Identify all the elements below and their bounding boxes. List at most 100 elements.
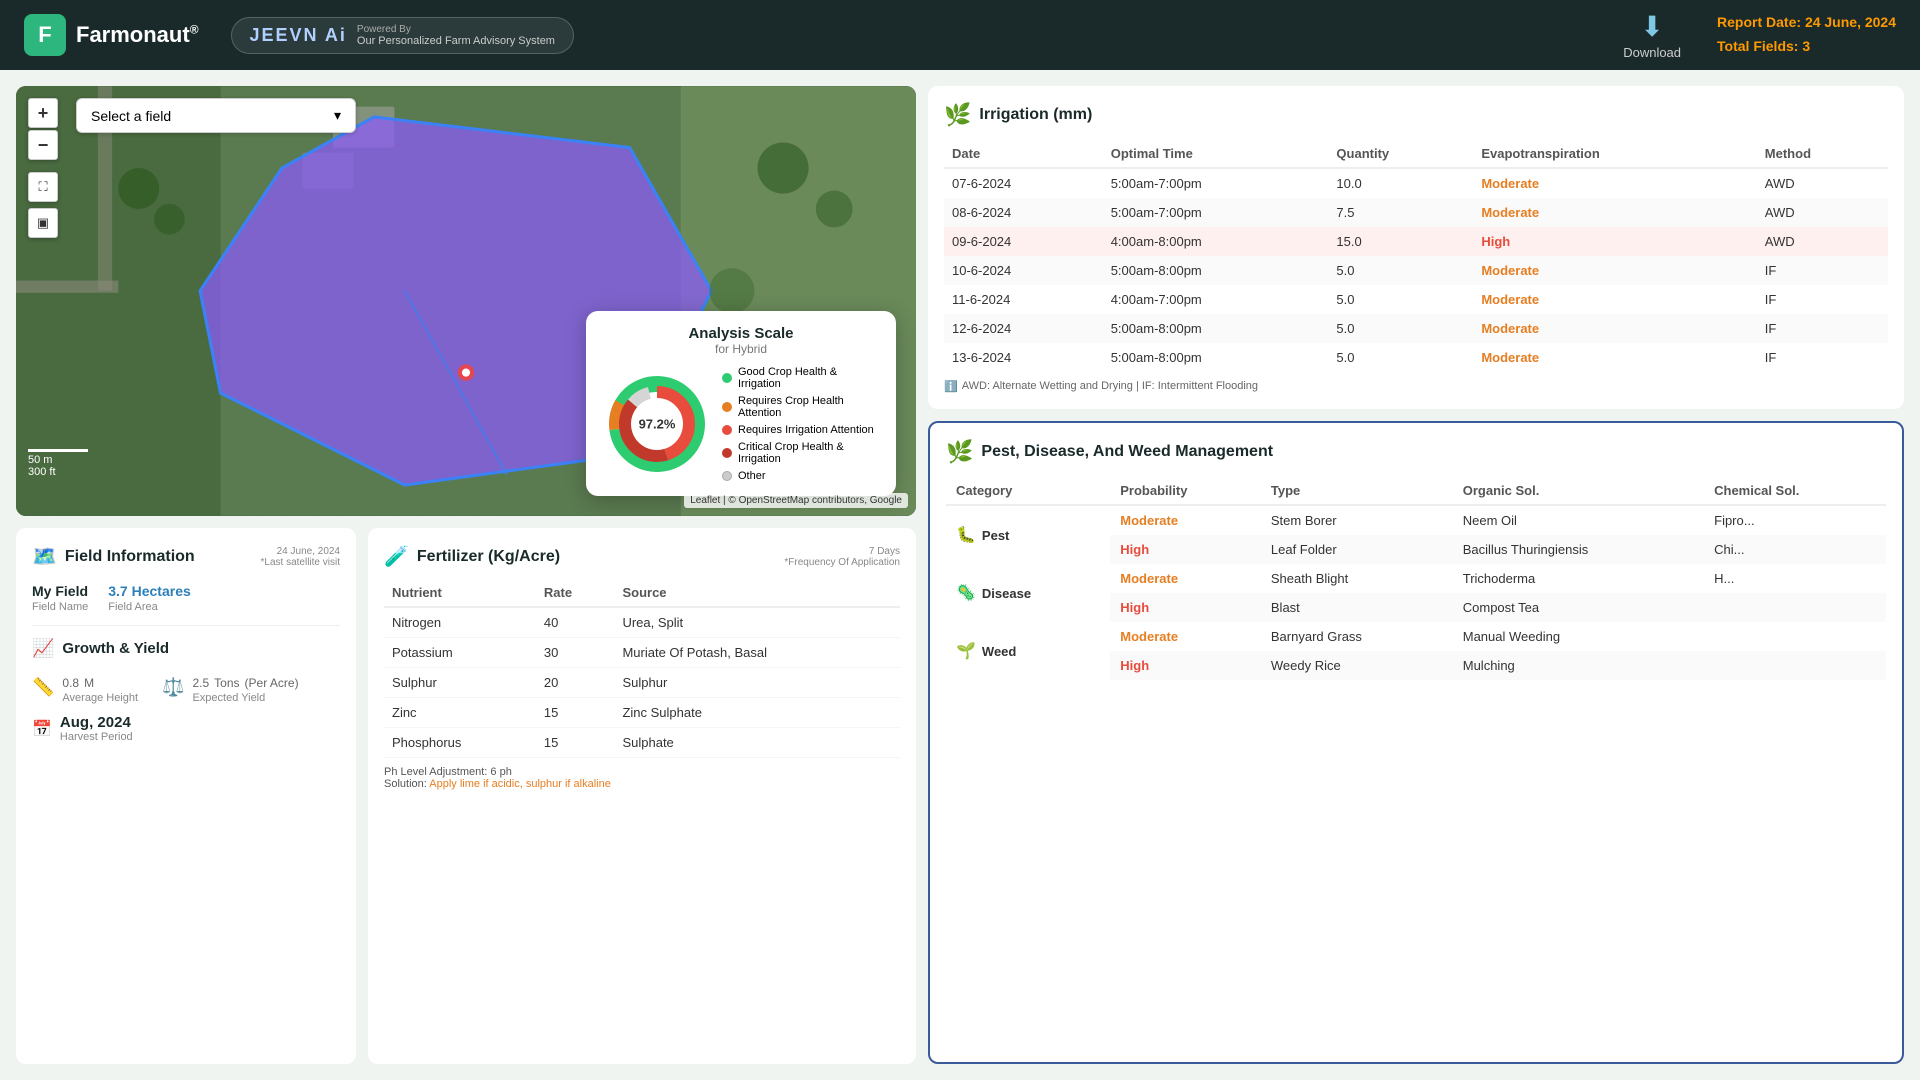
jeevn-name: JEEVN Ai (250, 25, 347, 46)
download-button[interactable]: ⬇ Download (1623, 10, 1681, 60)
harvest-icon: 📅 (32, 719, 52, 739)
pest-title: Pest, Disease, And Weed Management (981, 443, 1273, 461)
frequency-info: 7 Days *Frequency Of Application (784, 546, 900, 568)
category-icon: 🌱 (956, 641, 976, 661)
field-info-title: Field Information (65, 548, 195, 566)
main-content: + − ⛶ ▣ Select a field ▾ 50 m 300 ft Ana… (0, 70, 1920, 1080)
irrigation-row: 07-6-2024 5:00am-7:00pm 10.0 Moderate AW… (944, 168, 1888, 198)
legend-item-other: Other (722, 470, 880, 482)
pest-row: 🌱 Weed Moderate Barnyard Grass Manual We… (946, 622, 1886, 651)
irrigation-dot (722, 425, 732, 435)
field-name-item: My Field Field Name (32, 583, 88, 613)
fertilizer-row: Sulphur 20 Sulphur (384, 668, 900, 698)
bottom-panels: 🗺️ Field Information 24 June, 2024 *Last… (16, 528, 916, 1064)
harvest-row: 📅 Aug, 2024 Harvest Period (32, 714, 340, 743)
popup-legend: Good Crop Health & Irrigation Requires C… (722, 366, 880, 482)
yield-icon: ⚖️ (162, 677, 184, 698)
jeevn-sub: Powered By Our Personalized Farm Advisor… (357, 24, 555, 47)
divider (32, 625, 340, 626)
map-section: + − ⛶ ▣ Select a field ▾ 50 m 300 ft Ana… (16, 86, 916, 1064)
map-container: + − ⛶ ▣ Select a field ▾ 50 m 300 ft Ana… (16, 86, 916, 516)
legend-item-irrigation: Requires Irrigation Attention (722, 424, 880, 436)
donut-center-label: 97.2% (639, 417, 676, 432)
irrigation-table: Date Optimal Time Quantity Evapotranspir… (944, 140, 1888, 372)
pest-icon: 🌿 (946, 439, 973, 465)
field-date: 24 June, 2024 *Last satellite visit (261, 546, 340, 568)
category-icon: 🐛 (956, 525, 976, 545)
header: F Farmonaut® JEEVN Ai Powered By Our Per… (0, 0, 1920, 70)
zoom-in-button[interactable]: + (28, 98, 58, 128)
category-icon: 🦠 (956, 583, 976, 603)
irrigation-row: 11-6-2024 4:00am-7:00pm 5.0 Moderate IF (944, 285, 1888, 314)
fertilizer-footer: Ph Level Adjustment: 6 ph Solution: Appl… (384, 766, 900, 790)
fertilizer-row: Potassium 30 Muriate Of Potash, Basal (384, 638, 900, 668)
analysis-scale-popup: Analysis Scale for Hybrid (586, 311, 896, 496)
jeevn-badge: JEEVN Ai Powered By Our Personalized Far… (231, 17, 574, 54)
irrigation-header: 🌿 Irrigation (mm) (944, 102, 1888, 128)
legend-item-good: Good Crop Health & Irrigation (722, 366, 880, 390)
legend-item-crop-health: Requires Crop Health Attention (722, 395, 880, 419)
map-controls: + − ⛶ ▣ (28, 98, 58, 238)
irrigation-table-header: Date Optimal Time Quantity Evapotranspir… (944, 140, 1888, 168)
pest-row: 🦠 Disease Moderate Sheath Blight Trichod… (946, 564, 1886, 593)
field-select-dropdown[interactable]: Select a field ▾ (76, 98, 356, 133)
field-name-row: My Field Field Name 3.7 Hectares Field A… (32, 583, 340, 613)
pest-header: 🌿 Pest, Disease, And Weed Management (946, 439, 1886, 465)
field-info-header: 🗺️ Field Information 24 June, 2024 *Last… (32, 544, 340, 569)
fertilizer-row: Zinc 15 Zinc Sulphate (384, 698, 900, 728)
crop-health-dot (722, 402, 732, 412)
growth-icon: 📈 (32, 638, 54, 659)
zoom-out-button[interactable]: − (28, 130, 58, 160)
field-info-card: 🗺️ Field Information 24 June, 2024 *Last… (16, 528, 356, 1064)
fertilizer-icon: 🧪 (384, 544, 409, 569)
header-right: ⬇ Download Report Date: 24 June, 2024 To… (1623, 10, 1896, 60)
donut-chart: 97.2% (602, 369, 712, 479)
irrigation-icon: 🌿 (944, 102, 971, 128)
irrigation-row: 12-6-2024 5:00am-8:00pm 5.0 Moderate IF (944, 314, 1888, 343)
fertilizer-row: Nitrogen 40 Urea, Split (384, 607, 900, 638)
irrigation-row: 10-6-2024 5:00am-8:00pm 5.0 Moderate IF (944, 256, 1888, 285)
info-icon: ℹ️ (944, 380, 958, 393)
fertilizer-title: Fertilizer (Kg/Acre) (417, 548, 560, 566)
fertilizer-card: 🧪 Fertilizer (Kg/Acre) 7 Days *Frequency… (368, 528, 916, 1064)
growth-metrics-row: 📏 0.8 M Average Height ⚖️ 2.5 Tons (Per … (32, 671, 340, 704)
irrigation-row: 13-6-2024 5:00am-8:00pm 5.0 Moderate IF (944, 343, 1888, 372)
expected-yield-item: ⚖️ 2.5 Tons (Per Acre) Expected Yield (162, 671, 299, 704)
fertilizer-row: Phosphorus 15 Sulphate (384, 728, 900, 758)
height-icon: 📏 (32, 677, 54, 698)
other-dot (722, 471, 732, 481)
right-section: 🌿 Irrigation (mm) Date Optimal Time Quan… (916, 86, 1904, 1064)
legend-item-critical: Critical Crop Health & Irrigation (722, 441, 880, 465)
growth-title: Growth & Yield (62, 640, 169, 657)
report-info: Report Date: 24 June, 2024 Total Fields:… (1717, 11, 1896, 59)
field-area-item: 3.7 Hectares Field Area (108, 583, 191, 613)
irrigation-row: 08-6-2024 5:00am-7:00pm 7.5 Moderate AWD (944, 198, 1888, 227)
analysis-scale-title: Analysis Scale (602, 325, 880, 342)
pest-row: 🐛 Pest Moderate Stem Borer Neem Oil Fipr… (946, 505, 1886, 535)
growth-header: 📈 Growth & Yield (32, 638, 340, 659)
irrigation-row: 09-6-2024 4:00am-8:00pm 15.0 High AWD (944, 227, 1888, 256)
irrigation-note: ℹ️ AWD: Alternate Wetting and Drying | I… (944, 380, 1888, 393)
scale-bar: 50 m 300 ft (28, 449, 88, 478)
download-icon: ⬇ (1640, 10, 1663, 43)
analysis-scale-subtitle: for Hybrid (602, 342, 880, 356)
field-icon: 🗺️ (32, 544, 57, 569)
pest-disease-card: 🌿 Pest, Disease, And Weed Management Cat… (928, 421, 1904, 1064)
irrigation-card: 🌿 Irrigation (mm) Date Optimal Time Quan… (928, 86, 1904, 409)
logo-icon: F (24, 14, 66, 56)
fertilizer-table-header: Nutrient Rate Source (384, 579, 900, 607)
layer-button[interactable]: ▣ (28, 208, 58, 238)
critical-dot (722, 448, 732, 458)
pest-table-header: Category Probability Type Organic Sol. C… (946, 477, 1886, 505)
irrigation-title: Irrigation (mm) (979, 106, 1092, 124)
fertilizer-table: Nutrient Rate Source Nitrogen 40 Urea, S… (384, 579, 900, 758)
analysis-popup-body: 97.2% Good Crop Health & Irrigation Requ… (602, 366, 880, 482)
good-crop-dot (722, 373, 732, 383)
chevron-down-icon: ▾ (334, 107, 341, 124)
map-attribution: Leaflet | © OpenStreetMap contributors, … (684, 493, 908, 508)
fullscreen-button[interactable]: ⛶ (28, 172, 58, 202)
pest-table: Category Probability Type Organic Sol. C… (946, 477, 1886, 680)
logo-area: F Farmonaut® (24, 14, 199, 56)
avg-height-item: 📏 0.8 M Average Height (32, 671, 138, 704)
fertilizer-header: 🧪 Fertilizer (Kg/Acre) 7 Days *Frequency… (384, 544, 900, 569)
